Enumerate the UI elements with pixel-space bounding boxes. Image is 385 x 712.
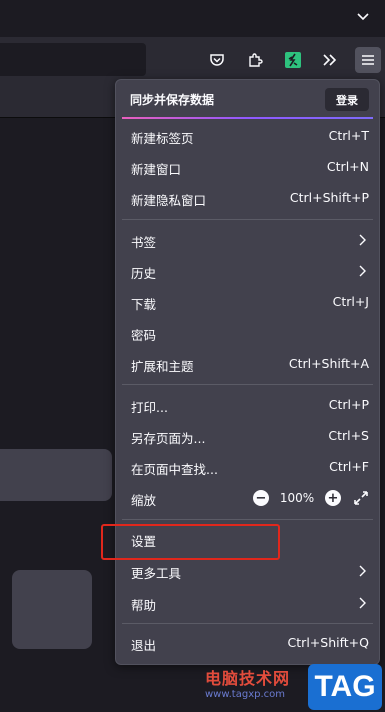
fullscreen-button[interactable] xyxy=(351,488,371,508)
menu-item-help[interactable]: 帮助 xyxy=(116,588,379,618)
sync-separator xyxy=(122,117,373,119)
content-tile[interactable] xyxy=(12,570,92,649)
nav-bar xyxy=(0,37,385,82)
content-tile[interactable] xyxy=(0,449,112,501)
login-button[interactable]: 登录 xyxy=(325,88,369,111)
pocket-icon xyxy=(210,54,224,66)
green-extension-button[interactable] xyxy=(280,47,306,73)
menu-item-label: 另存页面为... xyxy=(131,431,206,446)
menu-item-passwords[interactable]: 密码 xyxy=(116,318,379,348)
overflow-button[interactable] xyxy=(317,47,343,73)
menu-item-label: 更多工具 xyxy=(131,566,182,581)
menu-item-shortcut: Ctrl+Shift+A xyxy=(288,356,369,371)
menu-item-label: 缩放 xyxy=(131,493,157,508)
menu-item-shortcut: Ctrl+S xyxy=(328,428,369,443)
sync-row[interactable]: 同步并保存数据 登录 xyxy=(116,80,379,118)
watermark-logo: TAG xyxy=(308,664,382,710)
menu-item-history[interactable]: 历史 xyxy=(116,256,379,286)
chevron-down-icon[interactable] xyxy=(355,8,371,24)
menu-item-label: 帮助 xyxy=(131,598,157,613)
menu-item-addons[interactable]: 扩展和主题 Ctrl+Shift+A xyxy=(116,349,379,379)
chevron-right-icon xyxy=(359,565,366,577)
menu-item-label: 退出 xyxy=(131,638,157,653)
menu-item-label: 打印... xyxy=(131,400,168,415)
menu-item-bookmarks[interactable]: 书签 xyxy=(116,225,379,255)
menu-item-label: 新建隐私窗口 xyxy=(131,193,207,208)
fullscreen-icon xyxy=(354,491,368,505)
menu-item-shortcut: Ctrl+Shift+Q xyxy=(287,635,369,650)
menu-item-more-tools[interactable]: 更多工具 xyxy=(116,556,379,586)
menu-item-label: 在页面中查找... xyxy=(131,462,218,477)
zoom-level[interactable]: 100% xyxy=(269,491,325,505)
menu-icon xyxy=(362,55,374,65)
menu-item-label: 密码 xyxy=(131,328,157,343)
watermark: 电脑技术网 www.tagxp.com TAG xyxy=(205,662,385,712)
menu-item-label: 下载 xyxy=(131,297,157,312)
menu-separator xyxy=(122,519,373,520)
menu-separator xyxy=(122,384,373,385)
watermark-url: www.tagxp.com xyxy=(205,689,285,700)
green-extension-icon xyxy=(285,52,301,68)
menu-item-downloads[interactable]: 下载 Ctrl+J xyxy=(116,287,379,317)
chevron-right-icon xyxy=(359,597,366,609)
app-menu-panel: 同步并保存数据 登录 新建标签页 Ctrl+T 新建窗口 Ctrl+N 新建隐私… xyxy=(115,79,380,665)
menu-item-new-private-window[interactable]: 新建隐私窗口 Ctrl+Shift+P xyxy=(116,183,379,213)
pocket-button[interactable] xyxy=(204,47,230,73)
menu-item-label: 历史 xyxy=(131,266,157,281)
menu-item-shortcut: Ctrl+Shift+P xyxy=(289,190,369,205)
menu-item-shortcut: Ctrl+J xyxy=(332,294,369,309)
menu-item-new-window[interactable]: 新建窗口 Ctrl+N xyxy=(116,152,379,182)
menu-item-zoom: 缩放 − 100% + xyxy=(116,483,379,513)
menu-item-save-as[interactable]: 另存页面为... Ctrl+S xyxy=(116,421,379,451)
chevron-right-icon xyxy=(359,265,366,277)
zoom-controls: − 100% + xyxy=(253,488,371,508)
menu-item-label: 书签 xyxy=(131,235,157,250)
menu-item-quit[interactable]: 退出 Ctrl+Shift+Q xyxy=(116,628,379,658)
menu-item-new-tab[interactable]: 新建标签页 Ctrl+T xyxy=(116,121,379,151)
menu-item-shortcut: Ctrl+P xyxy=(328,397,369,412)
overflow-icon xyxy=(323,54,337,66)
menu-item-shortcut: Ctrl+F xyxy=(329,459,369,474)
settings-highlight-box xyxy=(101,524,280,560)
zoom-out-button[interactable]: − xyxy=(253,490,269,506)
menu-separator xyxy=(122,623,373,624)
chevron-right-icon xyxy=(359,234,366,246)
menu-item-label: 新建窗口 xyxy=(131,162,182,177)
menu-item-label: 新建标签页 xyxy=(131,131,194,146)
menu-separator xyxy=(122,219,373,220)
menu-item-label: 扩展和主题 xyxy=(131,359,194,374)
zoom-in-button[interactable]: + xyxy=(325,490,341,506)
url-bar[interactable] xyxy=(0,43,146,76)
menu-item-shortcut: Ctrl+N xyxy=(326,159,369,174)
menu-item-find[interactable]: 在页面中查找... Ctrl+F xyxy=(116,452,379,482)
app-menu-button[interactable] xyxy=(355,47,381,73)
watermark-site-name: 电脑技术网 xyxy=(205,669,291,688)
sync-label: 同步并保存数据 xyxy=(130,93,215,107)
menu-item-print[interactable]: 打印... Ctrl+P xyxy=(116,390,379,420)
menu-item-shortcut: Ctrl+T xyxy=(328,128,369,143)
title-bar xyxy=(0,0,385,37)
extensions-button[interactable] xyxy=(242,47,268,73)
extensions-icon xyxy=(249,53,263,67)
